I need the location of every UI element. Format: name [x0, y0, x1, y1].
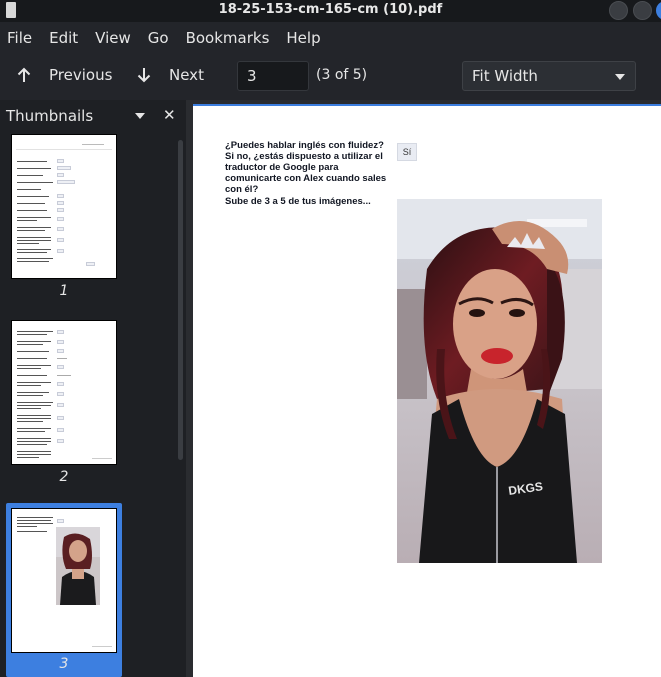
sidebar-title: Thumbnails — [6, 107, 94, 125]
thumbnail-page-3[interactable] — [12, 509, 116, 652]
menu-edit[interactable]: Edit — [49, 29, 78, 47]
minimize-button[interactable] — [609, 1, 628, 20]
thumbnail-page-2[interactable] — [12, 321, 116, 464]
previous-label: Previous — [49, 66, 113, 84]
previous-page-button[interactable]: Previous — [17, 66, 112, 84]
maximize-button[interactable] — [633, 1, 652, 20]
menu-file[interactable]: File — [7, 29, 32, 47]
toolbar: Previous Next 3 (3 of 5) Fit Width — [0, 54, 661, 100]
thumbnail-label-3: 3 — [59, 656, 69, 672]
window-title: 18-25-153-cm-165-cm (10).pdf — [218, 2, 443, 17]
next-label: Next — [169, 66, 204, 84]
sidebar-scrollbar[interactable] — [178, 140, 183, 460]
thumbnail-photo — [56, 527, 100, 605]
sidebar-mode-dropdown-icon[interactable] — [135, 113, 145, 119]
arrow-up-icon — [17, 67, 31, 82]
question-images: Sube de 3 a 5 de tus imágenes... — [225, 196, 371, 207]
thumbnail-label-1: 1 — [59, 283, 69, 299]
document-view[interactable]: ¿Puedes hablar inglés con fluidez? Si no… — [186, 100, 661, 677]
answer-english: Sí — [397, 143, 417, 161]
uploaded-photo: DKGS — [397, 199, 602, 563]
page-count: (3 of 5) — [316, 67, 368, 83]
thumbnail-label-2: 2 — [59, 469, 69, 485]
next-page-button[interactable]: Next — [137, 66, 204, 84]
chevron-down-icon — [615, 74, 625, 80]
zoom-value: Fit Width — [472, 67, 538, 85]
menu-go[interactable]: Go — [148, 29, 169, 47]
page-number-input[interactable]: 3 — [237, 61, 309, 91]
pdf-page: ¿Puedes hablar inglés con fluidez? Si no… — [193, 104, 661, 677]
menu-view[interactable]: View — [95, 29, 131, 47]
arrow-down-icon — [137, 68, 151, 83]
menu-bar: File Edit View Go Bookmarks Help — [0, 22, 661, 54]
thumbnail-page-1[interactable] — [12, 135, 116, 278]
menu-bookmarks[interactable]: Bookmarks — [186, 29, 270, 47]
sidebar-header: Thumbnails ✕ — [0, 100, 186, 130]
close-sidebar-icon[interactable]: ✕ — [163, 106, 176, 124]
title-bar: 18-25-153-cm-165-cm (10).pdf — [0, 0, 661, 22]
menu-help[interactable]: Help — [286, 29, 320, 47]
question-english: ¿Puedes hablar inglés con fluidez? Si no… — [225, 140, 387, 195]
sidebar: Thumbnails ✕ 1 2 3 — [0, 100, 186, 677]
zoom-select[interactable]: Fit Width — [462, 61, 636, 91]
